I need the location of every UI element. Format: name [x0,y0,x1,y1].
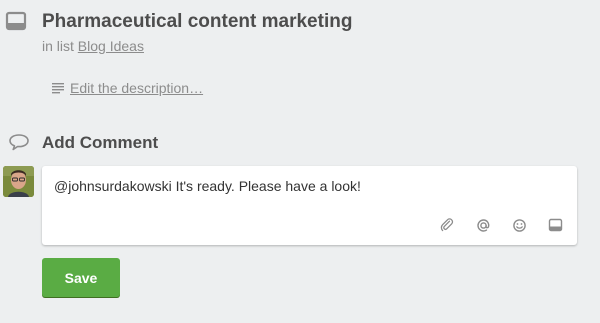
avatar [3,166,34,197]
mention-icon[interactable] [475,217,491,233]
edit-description-text: Edit the description… [70,80,204,96]
add-comment-heading: Add Comment [42,133,159,152]
description-lines-icon [52,83,64,94]
comment-input[interactable]: @johnsurdakowski It's ready. Please have… [42,166,577,245]
comment-text[interactable]: @johnsurdakowski It's ready. Please have… [54,178,361,194]
comment-actions [439,217,563,233]
emoji-icon[interactable] [511,217,527,233]
avatar-image [3,166,34,197]
list-link[interactable]: Blog Ideas [78,38,144,54]
in-list-prefix: in list [42,38,74,54]
edit-description-link[interactable]: Edit the description… [52,80,203,96]
attach-icon[interactable] [439,217,455,233]
card-title: Pharmaceutical content marketing [42,11,353,32]
comment-bubble-icon [9,134,29,151]
save-button[interactable]: Save [42,258,120,297]
card-list-info: in list Blog Ideas [42,38,144,54]
card-icon [5,11,27,31]
card-attach-icon[interactable] [547,217,563,233]
